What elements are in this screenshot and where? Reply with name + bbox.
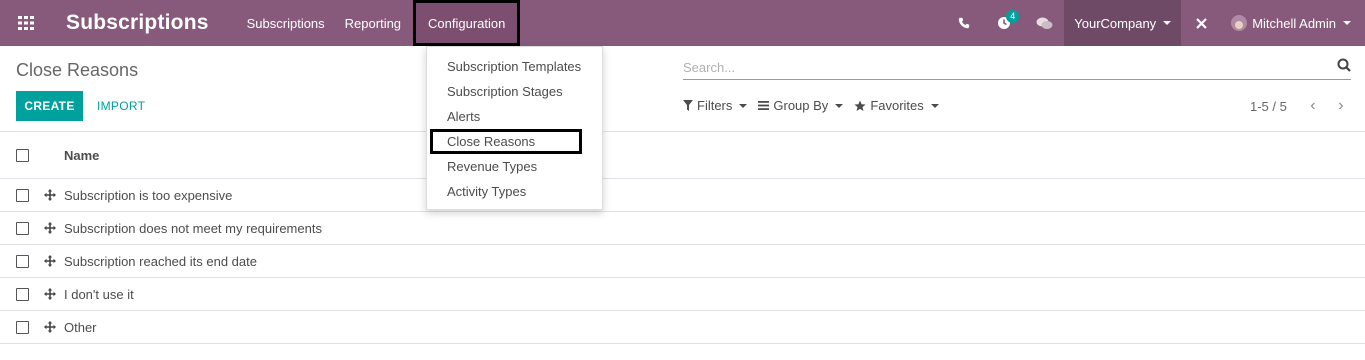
chevron-down-icon: [1163, 21, 1172, 25]
breadcrumb: Close Reasons: [16, 60, 139, 80]
user-menu[interactable]: Mitchell Admin: [1221, 0, 1365, 46]
drag-handle-icon[interactable]: [44, 288, 56, 300]
app-title[interactable]: Subscriptions: [66, 11, 209, 35]
avatar: [1231, 15, 1248, 31]
menu-reporting[interactable]: Reporting: [335, 0, 411, 46]
filter-icon: [683, 100, 693, 111]
cell-name: Subscription is too expensive: [64, 187, 233, 203]
menu-item-activity-types[interactable]: Activity Types: [427, 179, 602, 204]
user-name: Mitchell Admin: [1252, 15, 1336, 31]
company-name: YourCompany: [1074, 15, 1157, 31]
groupby-label: Group By: [773, 98, 829, 113]
menu-item-revenue-types[interactable]: Revenue Types: [427, 154, 602, 179]
cell-name: Subscription reached its end date: [64, 253, 257, 269]
phone-icon[interactable]: [944, 0, 984, 46]
debug-close-icon[interactable]: [1181, 0, 1221, 46]
row-checkbox[interactable]: [16, 254, 29, 268]
chevron-down-icon: [835, 103, 844, 108]
create-button[interactable]: CREATE: [16, 91, 83, 121]
chevron-down-icon: [739, 103, 748, 108]
list-table: Name Subscription is too expensive Subscr…: [0, 131, 1365, 344]
pager: 1-5 / 5 ‹ ›: [1250, 98, 1355, 114]
menu-item-close-reasons[interactable]: Close Reasons: [430, 129, 582, 154]
drag-handle-icon[interactable]: [44, 222, 56, 234]
menu-item-alerts[interactable]: Alerts: [427, 104, 602, 129]
company-switcher[interactable]: YourCompany: [1064, 0, 1182, 46]
apps-grid-icon[interactable]: [0, 0, 52, 46]
table-row[interactable]: Subscription is too expensive: [0, 179, 1365, 212]
column-header-name[interactable]: Name: [64, 148, 99, 163]
menu-configuration[interactable]: Configuration: [413, 0, 521, 46]
row-checkbox[interactable]: [16, 188, 29, 202]
favorites-button[interactable]: Favorites: [854, 98, 939, 113]
row-checkbox[interactable]: [16, 287, 29, 301]
table-row[interactable]: Subscription reached its end date: [0, 245, 1365, 278]
table-header: Name: [0, 131, 1365, 179]
list-icon: [758, 101, 770, 110]
chevron-right-icon[interactable]: ›: [1327, 98, 1355, 114]
menu-item-subscription-stages[interactable]: Subscription Stages: [427, 79, 602, 104]
drag-handle-icon[interactable]: [44, 255, 56, 267]
star-icon: [854, 100, 866, 112]
configuration-dropdown: Subscription Templates Subscription Stag…: [426, 46, 603, 210]
activity-count-badge: 4: [1006, 10, 1020, 23]
cell-name: Subscription does not meet my requiremen…: [64, 220, 322, 236]
search-icon[interactable]: [1337, 58, 1351, 77]
chevron-down-icon: [1343, 21, 1351, 25]
drag-handle-icon[interactable]: [44, 189, 56, 201]
filters-button[interactable]: Filters: [683, 98, 748, 113]
table-row[interactable]: Other: [0, 311, 1365, 344]
clock-activity-icon[interactable]: 4: [984, 0, 1024, 46]
top-navbar: Subscriptions Subscriptions Reporting Co…: [0, 0, 1365, 46]
menu-item-subscription-templates[interactable]: Subscription Templates: [427, 54, 602, 79]
groupby-button[interactable]: Group By: [758, 98, 844, 113]
pager-value[interactable]: 1-5 / 5: [1250, 99, 1287, 114]
search-bar: [683, 56, 1351, 80]
import-button[interactable]: IMPORT: [97, 91, 145, 121]
favorites-label: Favorites: [870, 98, 924, 113]
drag-handle-icon[interactable]: [44, 321, 56, 333]
table-row[interactable]: Subscription does not meet my requiremen…: [0, 212, 1365, 245]
menu-subscriptions[interactable]: Subscriptions: [237, 0, 335, 46]
cell-name: Other: [64, 319, 97, 335]
row-checkbox[interactable]: [16, 221, 29, 235]
chat-icon[interactable]: [1024, 0, 1064, 46]
chevron-down-icon: [930, 103, 939, 108]
search-input[interactable]: [683, 60, 1337, 75]
row-checkbox[interactable]: [16, 320, 29, 334]
search-options: Filters Group By Favorites: [683, 98, 950, 113]
select-all-checkbox[interactable]: [16, 148, 29, 162]
filters-label: Filters: [697, 98, 733, 113]
cell-name: I don't use it: [64, 286, 134, 302]
chevron-left-icon[interactable]: ‹: [1299, 98, 1327, 114]
table-row[interactable]: I don't use it: [0, 278, 1365, 311]
